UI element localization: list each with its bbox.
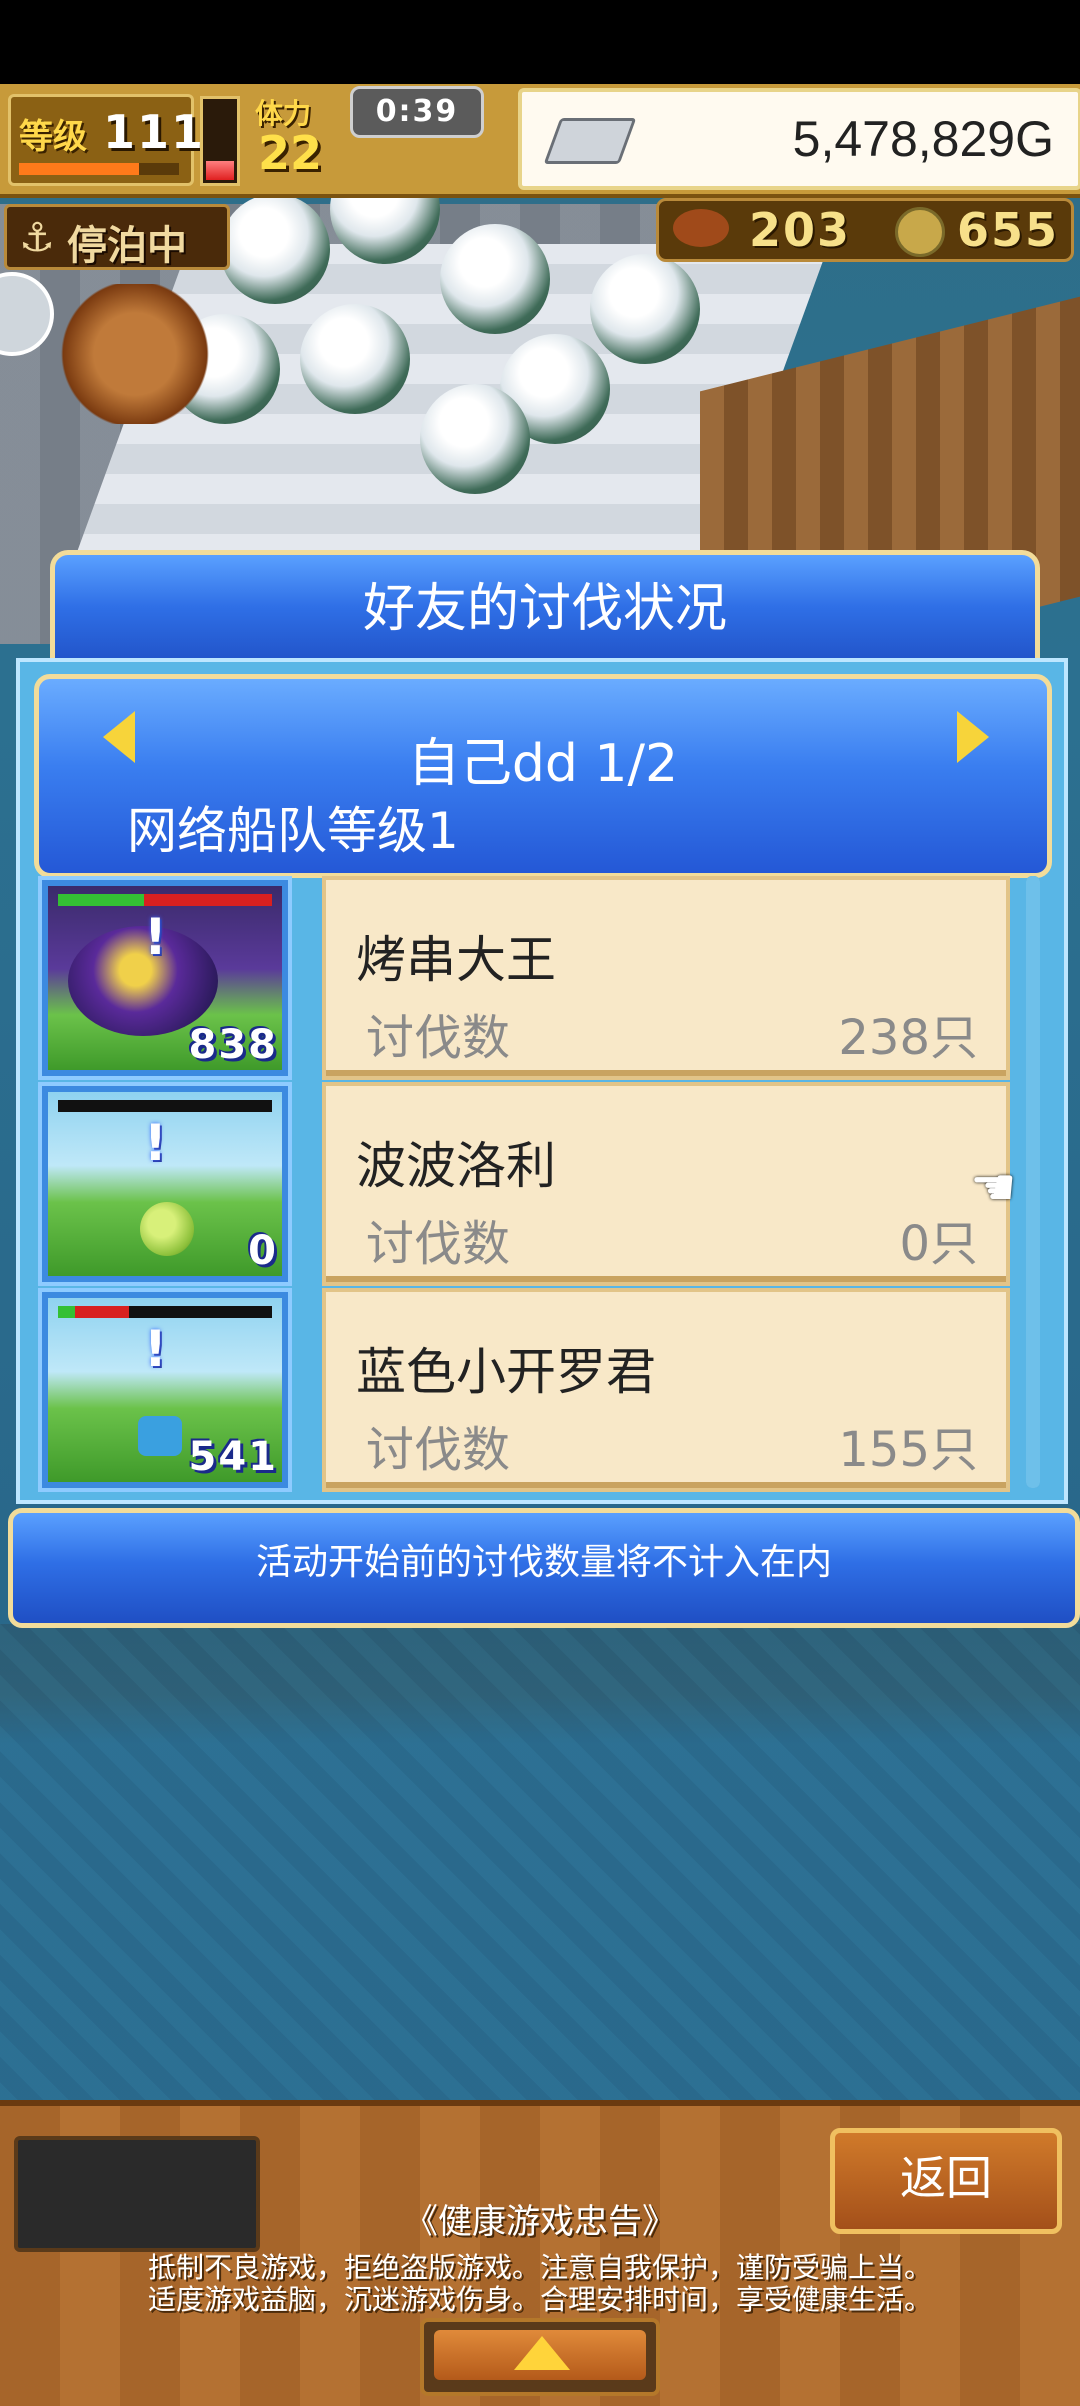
monster-hp-red [75, 1306, 129, 1318]
resource-counters: 203 655 [656, 198, 1074, 262]
level-value: 111 [103, 105, 206, 159]
hunt-count-label: 讨伐数 [366, 1010, 511, 1066]
monster-sprite [140, 1202, 194, 1256]
health-notice-line-2: 适度游戏益脑，沉迷游戏伤身。合理安排时间，享受健康生活。 [147, 2283, 932, 2316]
monster-thumbnail: ! 541 [38, 1288, 292, 1492]
anchor-status-badge: ⚓ 停泊中 [4, 204, 230, 270]
monster-hp-green [58, 1306, 76, 1318]
monster-thumbnail: ! 838 [38, 876, 292, 1080]
exp-bar-fill [19, 163, 139, 175]
exclamation-icon: ! [144, 908, 167, 966]
monster-sprite [138, 1416, 182, 1456]
monster-scene: ! 0 [48, 1092, 282, 1276]
hunt-badge: 0 [248, 1228, 278, 1274]
monster-card: 波波洛利 讨伐数 0只 [322, 1082, 1010, 1286]
snowy-tree [420, 384, 530, 494]
hunt-count-value: 0只 [899, 1216, 978, 1272]
dragon-character[interactable] [60, 284, 210, 424]
hunt-badge: 541 [188, 1434, 278, 1480]
anchor-status-label: 停泊中 [67, 223, 187, 269]
list-item[interactable]: ! 838 烤串大王 讨伐数 238只 [38, 876, 1022, 1080]
monster-name: 波波洛利 [356, 1137, 556, 1195]
stamina-timer: 0:39 [350, 86, 484, 138]
coin-icon [895, 207, 945, 257]
expand-menu-button-face [434, 2330, 646, 2380]
list-scrollbar[interactable] [1026, 876, 1040, 1488]
snowy-tree [590, 254, 700, 364]
monster-name: 蓝色小开罗君 [356, 1343, 656, 1401]
hunt-status-panel: 自己dd 1/2 网络船队等级1 ! 838 烤串大王 讨伐数 238只 ! 0… [16, 658, 1068, 1504]
anchor-icon: ⚓ [19, 215, 55, 261]
stamina-gauge-fill [206, 160, 234, 180]
fish-count: 203 [749, 203, 852, 257]
list-item[interactable]: ! 541 蓝色小开罗君 讨伐数 155只 [38, 1288, 1022, 1492]
exclamation-icon: ! [144, 1320, 167, 1378]
monster-hp-bar [58, 1306, 272, 1318]
exp-bar [19, 163, 179, 175]
friend-header: 自己dd 1/2 网络船队等级1 [34, 674, 1052, 878]
pointing-hand-icon: ☚ [970, 1158, 1017, 1218]
hunt-count-value: 155只 [838, 1422, 978, 1478]
monster-hp-green [58, 894, 144, 906]
hunt-count-label: 讨伐数 [366, 1422, 511, 1478]
monster-list[interactable]: ! 838 烤串大王 讨伐数 238只 ! 0 波波洛利 讨伐数 0只 ! 54… [38, 876, 1022, 1492]
monster-name: 烤串大王 [356, 931, 556, 989]
hunt-count-label: 讨伐数 [366, 1216, 511, 1272]
top-hud: 等级 111 体力 22 0:39 5,478,829G [0, 84, 1080, 198]
stamina-gauge [200, 96, 240, 186]
monster-sprite [68, 926, 218, 1036]
expand-menu-button[interactable] [420, 2318, 660, 2396]
monster-card: 烤串大王 讨伐数 238只 [322, 876, 1010, 1080]
monster-hp-bar [58, 1100, 272, 1112]
friend-name: 自己dd 1/2 [407, 734, 679, 794]
monster-hp-bar [58, 894, 272, 906]
monster-card: 蓝色小开罗君 讨伐数 155只 [322, 1288, 1010, 1492]
stamina-value: 22 [258, 126, 323, 180]
fish-icon [673, 209, 729, 247]
hunt-count-value: 238只 [838, 1010, 978, 1066]
dialog-title: 好友的讨伐状况 [362, 579, 727, 639]
monster-scene: ! 541 [48, 1298, 282, 1482]
monster-hp-red [143, 894, 272, 906]
monster-scene: ! 838 [48, 886, 282, 1070]
hunt-badge: 838 [188, 1022, 278, 1068]
sea-water [0, 1624, 1080, 2100]
money-value: 5,478,829G [792, 111, 1054, 167]
health-notice-title: 《健康游戏忠告》 [404, 2202, 676, 2242]
bottom-toolbar: 返回 《健康游戏忠告》 抵制不良游戏，拒绝盗版游戏。注意自我保护，谨防受骗上当。… [0, 2100, 1080, 2406]
snowy-tree [300, 304, 410, 414]
list-item[interactable]: ! 0 波波洛利 讨伐数 0只 [38, 1082, 1022, 1286]
player-level-box: 等级 111 [8, 94, 203, 186]
footer-note: 活动开始前的讨伐数量将不计入在内 [255, 1542, 832, 1583]
monster-thumbnail: ! 0 [38, 1082, 292, 1286]
snowy-tree [440, 224, 550, 334]
silver-ingot-icon [543, 118, 637, 164]
level-label: 等级 [19, 117, 87, 157]
scrollbar-thumb[interactable] [1026, 876, 1040, 1488]
money-display[interactable]: 5,478,829G [518, 88, 1080, 190]
snowy-tree [220, 194, 330, 304]
fleet-level: 网络船队等级1 [127, 802, 459, 860]
dialog-footer-bar: 活动开始前的讨伐数量将不计入在内 [8, 1508, 1080, 1628]
exclamation-icon: ! [144, 1114, 167, 1172]
up-arrow-icon [514, 2336, 570, 2370]
coin-count: 655 [957, 203, 1060, 257]
